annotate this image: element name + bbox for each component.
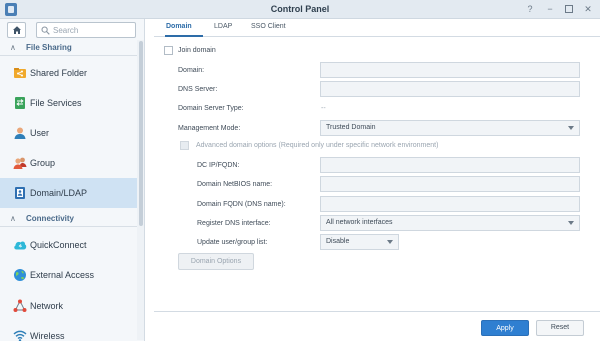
domain-server-type-value: -- [321, 105, 326, 112]
tab-bar: Domain LDAP SSO Client [154, 19, 600, 37]
main-panel: Domain LDAP SSO Client Join domain Domai… [146, 19, 600, 341]
join-domain-label: Join domain [178, 47, 216, 54]
sidebar-scrollbar-thumb[interactable] [139, 41, 143, 226]
external-access-icon [14, 269, 26, 281]
group-icon [13, 157, 27, 169]
title-bar: Control Panel ? − ✕ [0, 0, 600, 19]
help-icon[interactable]: ? [524, 3, 536, 15]
chevron-up-icon: ∧ [10, 43, 16, 52]
sidebar-item-group[interactable]: Group [0, 148, 137, 178]
sidebar-item-quickconnect[interactable]: QuickConnect [0, 230, 137, 260]
chevron-up-icon: ∧ [10, 214, 16, 223]
sidebar-item-shared-folder[interactable]: Shared Folder [0, 58, 137, 88]
management-mode-select[interactable]: Trusted Domain [320, 120, 580, 136]
sidebar-item-label: QuickConnect [30, 240, 87, 250]
home-button[interactable] [7, 22, 26, 38]
fqdn-label: Domain FQDN (DNS name): [197, 201, 286, 208]
section-file-sharing[interactable]: ∧ File Sharing [0, 40, 137, 56]
sidebar-item-label: Network [30, 301, 64, 311]
management-mode-value: Trusted Domain [326, 124, 376, 131]
domain-server-type-label: Domain Server Type: [178, 105, 244, 112]
join-domain-checkbox[interactable] [164, 46, 173, 55]
sidebar-item-label: Group [30, 158, 56, 168]
domain-options-button[interactable]: Domain Options [178, 253, 254, 270]
advanced-options-checkbox[interactable] [180, 141, 189, 150]
domain-field[interactable] [320, 62, 580, 78]
tab-ldap[interactable]: LDAP [214, 23, 232, 30]
update-list-select[interactable]: Disable [320, 234, 399, 250]
sidebar-item-label: Domain/LDAP [30, 188, 88, 198]
maximize-icon[interactable] [563, 3, 575, 15]
sidebar-item-label: File Services [30, 98, 82, 108]
section-label: Connectivity [26, 214, 75, 223]
close-icon[interactable]: ✕ [582, 3, 594, 15]
section-label: File Sharing [26, 43, 72, 52]
sidebar: ∧ File Sharing Shared Folder File Servic… [0, 19, 145, 341]
dns-server-field[interactable] [320, 81, 580, 97]
netbios-field[interactable] [320, 176, 580, 192]
footer-bar: Apply Reset [154, 311, 600, 341]
management-mode-label: Management Mode: [178, 125, 241, 132]
network-icon [13, 299, 27, 312]
home-icon [13, 26, 21, 34]
sidebar-item-file-services[interactable]: File Services [0, 88, 137, 118]
chevron-down-icon [568, 126, 574, 130]
register-dns-select[interactable]: All network interfaces [320, 215, 580, 231]
section-connectivity[interactable]: ∧ Connectivity [0, 211, 137, 227]
search-box[interactable] [36, 22, 136, 38]
domain-ldap-icon [15, 187, 25, 199]
tab-sso-client[interactable]: SSO Client [251, 23, 286, 30]
dc-ip-field[interactable] [320, 157, 580, 173]
quickconnect-icon [14, 241, 27, 250]
dc-ip-label: DC IP/FQDN: [197, 162, 240, 169]
sidebar-item-wireless[interactable]: Wireless [0, 321, 137, 341]
apply-button[interactable]: Apply [481, 320, 529, 336]
sidebar-item-user[interactable]: User [0, 118, 137, 148]
sidebar-item-label: Shared Folder [30, 68, 88, 78]
sidebar-item-label: User [30, 128, 50, 138]
register-dns-label: Register DNS interface: [197, 220, 271, 227]
sidebar-item-label: Wireless [30, 331, 65, 341]
chevron-down-icon [387, 240, 393, 244]
minimize-icon[interactable]: − [544, 3, 556, 15]
domain-label: Domain: [178, 67, 205, 74]
reset-button[interactable]: Reset [536, 320, 584, 336]
user-icon [14, 127, 26, 139]
active-tab-indicator [165, 35, 203, 37]
advanced-options-label: Advanced domain options (Required only u… [196, 142, 439, 149]
tab-domain[interactable]: Domain [166, 23, 192, 30]
update-list-value: Disable [326, 238, 350, 245]
window-title: Control Panel [270, 4, 330, 14]
search-icon [41, 26, 50, 35]
update-list-label: Update user/group list: [197, 239, 268, 246]
sidebar-item-label: External Access [30, 270, 95, 280]
chevron-down-icon [568, 221, 574, 225]
search-input[interactable] [53, 24, 133, 36]
fqdn-field[interactable] [320, 196, 580, 212]
wireless-icon [13, 330, 27, 341]
sidebar-item-domain-ldap[interactable]: Domain/LDAP [0, 178, 137, 208]
file-services-icon [15, 97, 25, 109]
sidebar-item-external-access[interactable]: External Access [0, 260, 137, 290]
dns-server-label: DNS Server: [178, 86, 218, 93]
register-dns-value: All network interfaces [326, 219, 393, 226]
shared-folder-icon [14, 68, 26, 78]
netbios-label: Domain NetBIOS name: [197, 181, 273, 188]
sidebar-item-network[interactable]: Network [0, 291, 137, 321]
